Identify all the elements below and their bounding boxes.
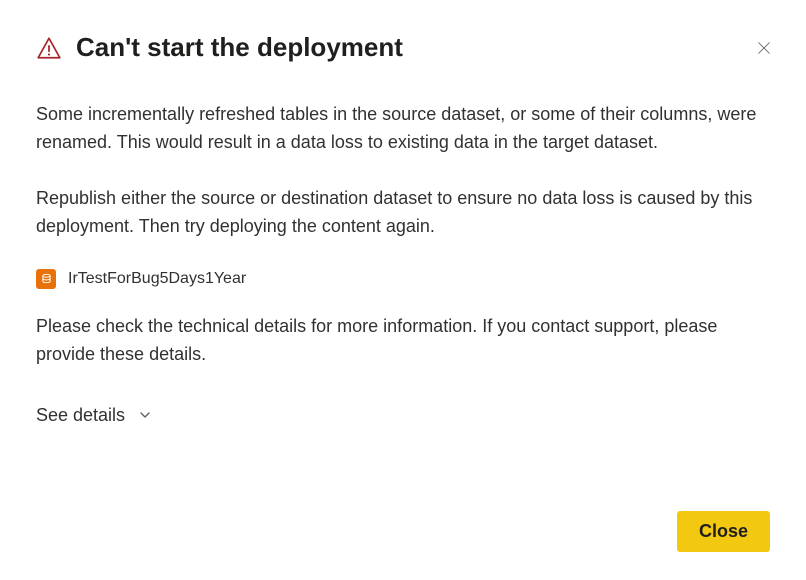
dialog-body: Some incrementally refreshed tables in t… bbox=[36, 101, 770, 511]
x-icon bbox=[757, 41, 771, 55]
close-icon[interactable] bbox=[752, 36, 776, 60]
dataset-icon bbox=[36, 269, 56, 289]
dialog-footer: Close bbox=[36, 511, 770, 552]
dataset-item: IrTestForBug5Days1Year bbox=[36, 269, 770, 289]
dialog-title: Can't start the deployment bbox=[76, 32, 403, 63]
see-details-toggle[interactable]: See details bbox=[36, 405, 151, 426]
message-paragraph-1: Some incrementally refreshed tables in t… bbox=[36, 101, 770, 157]
message-paragraph-2: Republish either the source or destinati… bbox=[36, 185, 770, 241]
close-button[interactable]: Close bbox=[677, 511, 770, 552]
dialog-header: Can't start the deployment bbox=[36, 32, 770, 63]
warning-icon bbox=[36, 35, 62, 61]
chevron-down-icon bbox=[139, 409, 151, 421]
error-dialog: Can't start the deployment Some incremen… bbox=[0, 0, 806, 580]
dataset-name: IrTestForBug5Days1Year bbox=[68, 270, 246, 288]
see-details-label: See details bbox=[36, 405, 125, 426]
message-paragraph-3: Please check the technical details for m… bbox=[36, 313, 770, 369]
